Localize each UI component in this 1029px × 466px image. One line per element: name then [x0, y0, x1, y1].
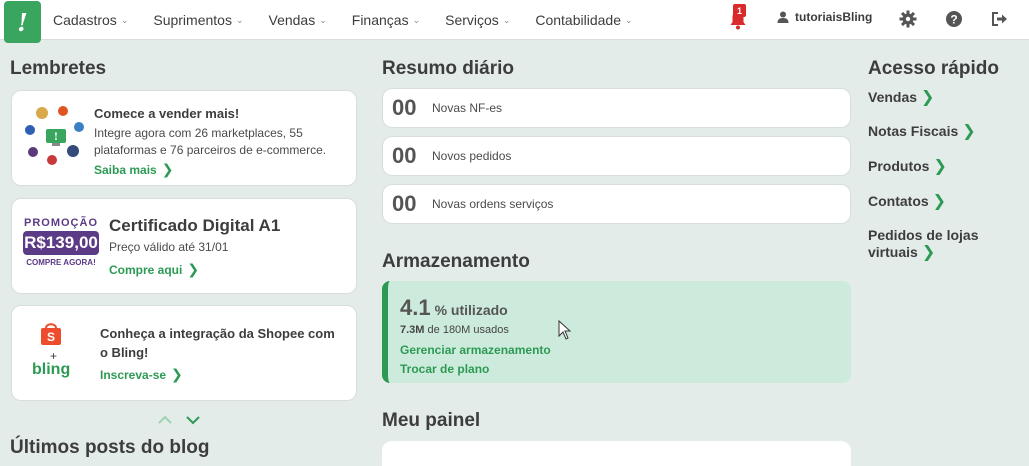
gerenciar-armazenamento-link[interactable]: Gerenciar armazenamento: [400, 343, 551, 357]
reminder-card-certificado: PROMOÇÃO R$139,00 COMPRE AGORA! Certific…: [11, 198, 357, 294]
user-icon: [777, 11, 789, 23]
lembretes-title: Lembretes: [10, 58, 107, 79]
svg-text:?: ?: [950, 13, 957, 27]
resumo-label: Novas NF-es: [432, 101, 503, 115]
chevron-right-icon: ❯: [962, 123, 976, 140]
storage-percent-label: % utilizado: [434, 302, 508, 318]
menu-servicos-label: Serviços: [445, 12, 499, 28]
quick-link-contatos[interactable]: Contatos ❯: [868, 191, 946, 211]
svg-text:!: !: [54, 132, 58, 143]
promo-label: PROMOÇÃO: [24, 217, 98, 229]
menu-servicos[interactable]: Serviços ⌄: [445, 12, 510, 28]
quick-link-label: Vendas: [868, 89, 918, 105]
quick-link-vendas[interactable]: Vendas ❯: [868, 87, 934, 107]
logout-icon[interactable]: [990, 10, 1008, 28]
promo-price: R$139,00: [23, 231, 99, 255]
carousel-controls: [158, 415, 200, 425]
chevron-right-icon: ❯: [933, 158, 947, 175]
chevron-down-icon[interactable]: [186, 415, 200, 425]
storage-of: de 180M usados: [427, 324, 509, 336]
chevron-right-icon: ❯: [161, 161, 174, 177]
quick-link-pedidos-lojas[interactable]: Pedidos de lojas virtuais ❯: [868, 227, 998, 261]
bling-logo-text: bling: [32, 361, 70, 379]
quick-link-label: Notas Fiscais: [868, 123, 959, 139]
chevron-right-icon: ❯: [171, 366, 183, 382]
chevron-down-icon: ⌄: [120, 15, 129, 25]
menu-contabilidade[interactable]: Contabilidade ⌄: [535, 12, 632, 28]
chevron-down-icon: ⌄: [412, 15, 421, 25]
quick-link-produtos[interactable]: Produtos ❯: [868, 156, 947, 176]
menu-vendas[interactable]: Vendas ⌄: [269, 12, 327, 28]
blog-title: Últimos posts do blog: [10, 437, 210, 458]
promo-cta: COMPRE AGORA!: [26, 258, 96, 267]
bling-brand: bling: [32, 361, 71, 378]
reminder-card-marketplaces-text: Integre agora com 26 marketplaces, 55 pl…: [94, 126, 327, 157]
mouse-cursor-icon: [558, 320, 572, 340]
saiba-mais-link[interactable]: Saiba mais ❯: [94, 161, 173, 178]
compre-aqui-link[interactable]: Compre aqui ❯: [109, 261, 199, 278]
svg-text:S: S: [47, 330, 55, 344]
menu-suprimentos-label: Suprimentos: [153, 12, 232, 28]
chevron-up-icon[interactable]: [158, 415, 172, 425]
resumo-item-ordens[interactable]: 00 Novas ordens serviços: [382, 184, 851, 224]
username: tutoriaisBling: [795, 10, 873, 24]
menu-suprimentos[interactable]: Suprimentos ⌄: [153, 12, 243, 28]
quick-link-label: Produtos: [868, 158, 930, 174]
notification-badge: 1: [733, 4, 746, 17]
top-navbar: ! Cadastros ⌄ Suprimentos ⌄ Vendas ⌄ Finanç…: [0, 0, 1029, 43]
meu-painel-card: [382, 441, 851, 466]
shopee-bag-icon: S: [41, 323, 61, 345]
promo-badge[interactable]: PROMOÇÃO R$139,00 COMPRE AGORA!: [23, 217, 99, 267]
quick-link-notas-fiscais[interactable]: Notas Fiscais ❯: [868, 121, 976, 141]
compre-aqui-label: Compre aqui: [109, 262, 183, 277]
menu-financas-label: Finanças: [351, 12, 409, 28]
reminder-card-marketplaces: ! Comece a vender mais! Integre agora co…: [11, 90, 357, 186]
menu-vendas-label: Vendas: [268, 12, 316, 28]
shopee-title: Conheça a integração da Shopee com o Bli…: [100, 326, 335, 360]
saiba-mais-label: Saiba mais: [94, 162, 157, 177]
acesso-rapido-title: Acesso rápido: [868, 58, 999, 79]
menu-contabilidade-label: Contabilidade: [535, 12, 621, 28]
chevron-right-icon: ❯: [921, 244, 936, 261]
marketplaces-illustration-icon: !: [25, 106, 84, 165]
menu-cadastros-label: Cadastros: [53, 12, 117, 28]
armazenamento-title: Armazenamento: [382, 251, 530, 272]
storage-used: 7.3M: [400, 324, 425, 336]
chevron-down-icon: ⌄: [319, 15, 327, 25]
reminder-card-shopee: S + bling Conheça a integração da Shopee…: [11, 305, 357, 401]
certificado-title: Certificado Digital A1: [109, 216, 281, 235]
bling-logo[interactable]: !: [4, 1, 41, 43]
resumo-value: 00: [392, 143, 417, 168]
menu-cadastros[interactable]: Cadastros ⌄: [53, 12, 128, 28]
resumo-value: 00: [392, 95, 417, 120]
storage-usage: 4.1 % utilizado: [400, 295, 508, 321]
resumo-item-nfes[interactable]: 00 Novas NF-es: [382, 88, 851, 128]
resumo-label: Novas ordens serviços: [432, 197, 554, 211]
chevron-right-icon: ❯: [187, 261, 200, 277]
chevron-right-icon: ❯: [921, 89, 935, 106]
chevron-down-icon: ⌄: [502, 15, 511, 25]
meu-painel-title: Meu painel: [382, 410, 481, 431]
chevron-down-icon: ⌄: [624, 15, 633, 25]
resumo-value: 00: [392, 191, 417, 216]
quick-link-label: Contatos: [868, 193, 929, 209]
storage-card: 4.1 % utilizado 7.3M de 180M usados Gere…: [382, 281, 851, 383]
reminder-card-marketplaces-title: Comece a vender mais!: [94, 106, 240, 121]
main-menu: Cadastros ⌄ Suprimentos ⌄ Vendas ⌄ Finanças…: [53, 0, 658, 40]
help-icon[interactable]: ?: [945, 10, 963, 28]
trocar-plano-link[interactable]: Trocar de plano: [400, 362, 489, 376]
resumo-item-pedidos[interactable]: 00 Novos pedidos: [382, 136, 851, 176]
inscreva-se-link[interactable]: Inscreva-se ❯: [100, 366, 183, 383]
chevron-right-icon: ❯: [932, 193, 947, 210]
menu-financas[interactable]: Finanças ⌄: [352, 12, 420, 28]
gear-icon[interactable]: [899, 10, 917, 28]
user-menu[interactable]: tutoriaisBling: [777, 10, 872, 24]
chevron-down-icon: ⌄: [235, 15, 244, 25]
storage-percent: 4.1: [400, 295, 431, 320]
inscreva-se-label: Inscreva-se: [100, 367, 167, 382]
storage-used-line: 7.3M de 180M usados: [400, 324, 509, 336]
resumo-label: Novos pedidos: [432, 149, 512, 163]
resumo-title: Resumo diário: [382, 58, 514, 79]
certificado-text: Preço válido até 31/01: [109, 240, 229, 254]
